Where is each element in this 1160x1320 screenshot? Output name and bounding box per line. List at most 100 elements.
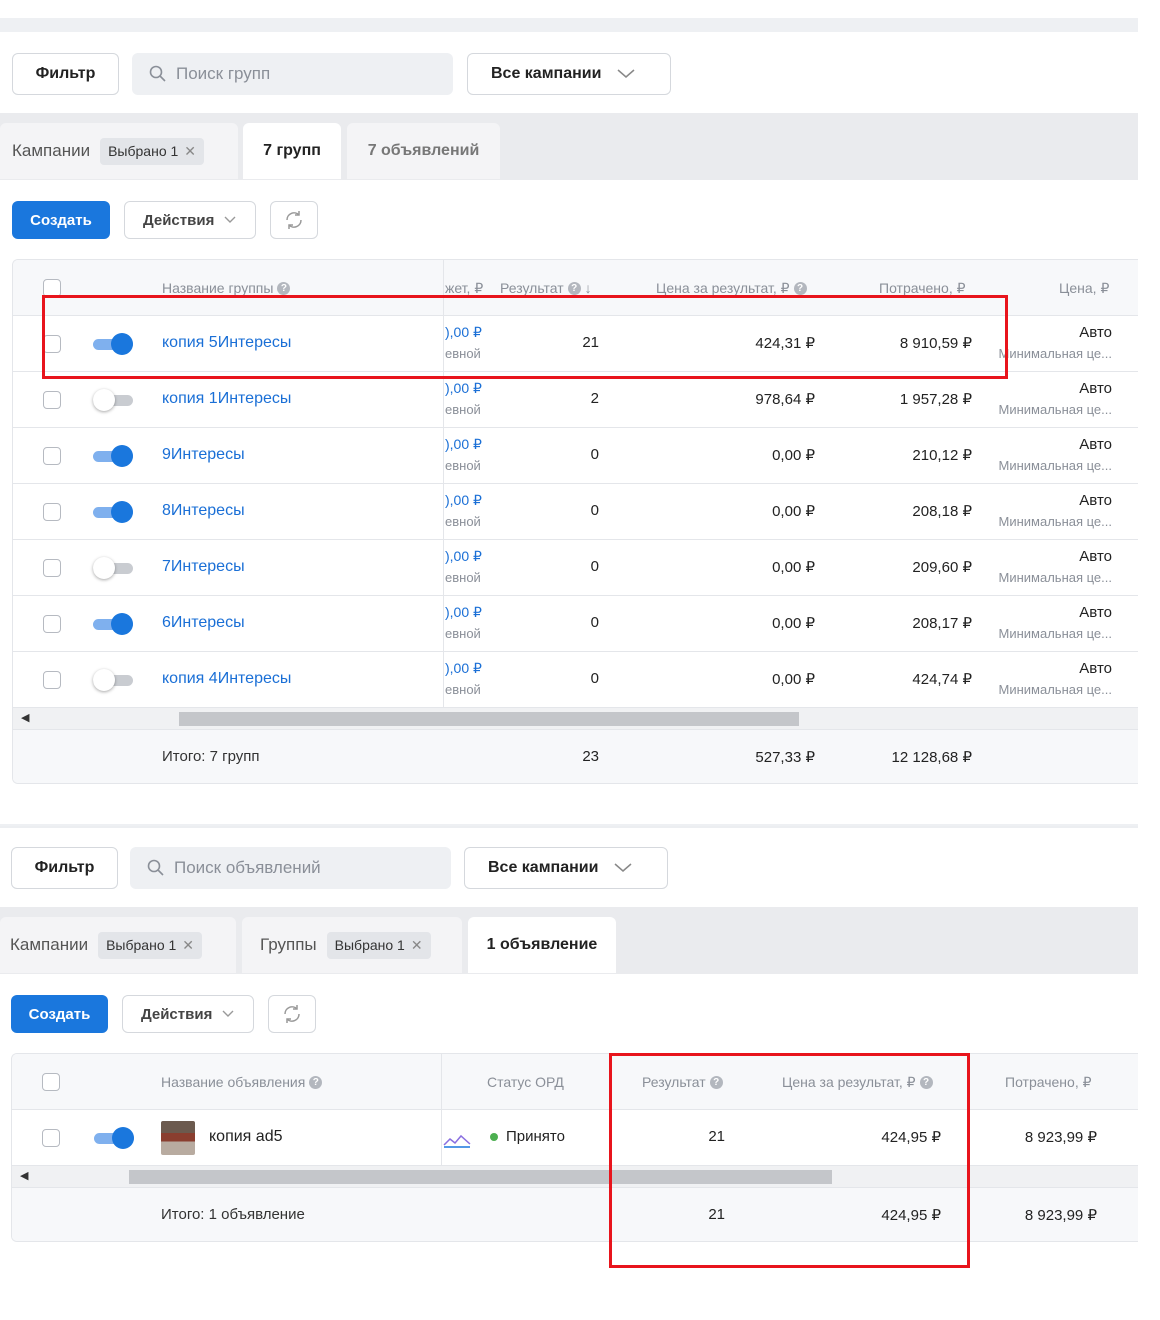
group-name-link[interactable]: 9Интересы (162, 446, 245, 464)
col-result-label: Результат (500, 280, 564, 296)
row-spent: 210,12 ₽ (912, 447, 972, 464)
status-toggle[interactable] (93, 669, 133, 691)
sort-down-icon[interactable]: ↓ (585, 280, 592, 296)
scroll-thumb[interactable] (179, 712, 799, 726)
create-label: Создать (28, 1005, 91, 1023)
help-icon[interactable]: ? (793, 281, 807, 295)
price-mode: Авто (1079, 436, 1112, 453)
close-icon[interactable]: ✕ (182, 937, 194, 954)
row-spent: 8 923,99 ₽ (1024, 1129, 1097, 1146)
stats-chart-icon[interactable] (443, 1132, 471, 1152)
ad-name[interactable]: копия ad5 (209, 1128, 282, 1146)
highlight-box (609, 1053, 970, 1268)
row-checkbox[interactable] (43, 615, 61, 633)
refresh-button[interactable] (270, 201, 318, 239)
selected-chip[interactable]: Выбрано 1 ✕ (100, 137, 205, 165)
panel2-divider-shadow (0, 826, 1138, 828)
status-toggle[interactable] (93, 557, 133, 579)
create-button[interactable]: Создать (11, 995, 108, 1033)
col-ord-status[interactable]: Статус ОРД (487, 1054, 564, 1110)
group-name-link[interactable]: 8Интересы (162, 502, 245, 520)
group-name-link[interactable]: копия 4Интересы (162, 670, 291, 688)
help-icon[interactable]: ? (567, 281, 581, 295)
row-cpr: 0,00 ₽ (772, 503, 815, 520)
row-cpr: 0,00 ₽ (772, 447, 815, 464)
actions-button[interactable]: Действия (122, 995, 254, 1033)
group-name-link[interactable]: 7Интересы (162, 558, 245, 576)
chip-label: Выбрано 1 (106, 937, 177, 953)
status-toggle[interactable] (93, 501, 133, 523)
col-price[interactable]: Цена, ₽ (1059, 260, 1109, 316)
col-name-label: Название объявления (161, 1074, 306, 1090)
scroll-left-icon[interactable]: ◀ (20, 1169, 28, 1182)
search-placeholder: Поиск групп (176, 64, 271, 83)
tab-ads[interactable]: 1 объявление (468, 917, 616, 973)
totals-row: Итого: 7 групп 23 527,33 ₽ 12 128,68 ₽ (13, 730, 1138, 783)
table-row[interactable]: 8Интересы),00 ₽ евной 0 0,00 ₽ 208,18 ₽ Авто М… (13, 484, 1138, 540)
tab-campaigns[interactable]: Кампании Выбрано 1 ✕ (0, 123, 238, 179)
tab-bar: Кампании Выбрано 1 ✕ 7 групп 7 объявлени… (0, 113, 1138, 180)
price-min: Минимальная це... (998, 402, 1112, 417)
row-checkbox[interactable] (43, 559, 61, 577)
selected-chip[interactable]: Выбрано 1 ✕ (326, 931, 431, 959)
group-name-link[interactable]: 6Интересы (162, 614, 245, 632)
col-name-label: Название группы (162, 280, 274, 296)
help-icon[interactable]: ? (277, 281, 291, 295)
row-spent: 1 957,28 ₽ (899, 391, 972, 408)
actions-button[interactable]: Действия (124, 201, 256, 239)
table-row[interactable]: 9Интересы),00 ₽ евной 0 0,00 ₽ 210,12 ₽ Авто М… (13, 428, 1138, 484)
actions-label: Действия (143, 211, 215, 229)
filter-button[interactable]: Фильтр (12, 53, 119, 95)
tab-groups[interactable]: Группы Выбрано 1 ✕ (242, 917, 462, 973)
col-price-label: Цена, ₽ (1059, 279, 1110, 296)
table-row[interactable]: копия 4Интересы),00 ₽ евной 0 0,00 ₽ 424,74 … (13, 652, 1138, 708)
search-icon (148, 64, 168, 84)
row-result: 0 (590, 614, 599, 631)
tab-ads[interactable]: 7 объявлений (347, 123, 500, 179)
search-groups-input[interactable]: Поиск групп (132, 53, 453, 95)
filter-button[interactable]: Фильтр (11, 847, 118, 889)
row-spent: 209,60 ₽ (912, 559, 972, 576)
help-icon[interactable]: ? (309, 1075, 323, 1089)
price-mode: Авто (1079, 604, 1112, 621)
budget-value: ),00 ₽ (445, 492, 482, 508)
col-name[interactable]: Название объявления? (161, 1054, 323, 1110)
tab-groups[interactable]: 7 групп (243, 123, 341, 179)
scroll-left-icon[interactable]: ◀ (21, 711, 29, 724)
table-row[interactable]: 6Интересы),00 ₽ евной 0 0,00 ₽ 208,17 ₽ Авто М… (13, 596, 1138, 652)
status-toggle[interactable] (93, 389, 133, 411)
status-toggle[interactable] (93, 613, 133, 635)
create-button[interactable]: Создать (12, 201, 110, 239)
row-result: 0 (590, 446, 599, 463)
row-cpr: 0,00 ₽ (772, 671, 815, 688)
table-row[interactable]: 7Интересы),00 ₽ евной 0 0,00 ₽ 209,60 ₽ Авто М… (13, 540, 1138, 596)
budget-period: евной (445, 626, 481, 641)
chevron-down-icon (224, 213, 236, 227)
select-all-checkbox[interactable] (42, 1073, 60, 1091)
row-checkbox[interactable] (43, 503, 61, 521)
budget-value: ),00 ₽ (445, 436, 482, 452)
campaigns-select[interactable]: Все кампании (467, 53, 671, 95)
budget-value: ),00 ₽ (445, 604, 482, 620)
row-checkbox[interactable] (43, 391, 61, 409)
row-checkbox[interactable] (42, 1129, 60, 1147)
campaigns-select[interactable]: Все кампании (464, 847, 668, 889)
search-ads-input[interactable]: Поиск объявлений (130, 847, 451, 889)
horizontal-scrollbar[interactable]: ◀ (13, 708, 1138, 730)
status-toggle[interactable] (93, 445, 133, 467)
refresh-button[interactable] (268, 995, 316, 1033)
col-spent[interactable]: Потрачено, ₽ (1005, 1054, 1092, 1110)
row-result: 2 (590, 390, 599, 407)
selected-chip[interactable]: Выбрано 1 ✕ (98, 931, 203, 959)
close-icon[interactable]: ✕ (411, 937, 423, 954)
tab-campaigns[interactable]: Кампании Выбрано 1 ✕ (0, 917, 236, 973)
status-toggle[interactable] (94, 1127, 134, 1149)
totals-spent: 12 128,68 ₽ (891, 749, 972, 766)
group-name-link[interactable]: копия 1Интересы (162, 390, 291, 408)
chip-label: Выбрано 1 (108, 143, 179, 159)
filter-label: Фильтр (34, 859, 95, 876)
close-icon[interactable]: ✕ (184, 143, 196, 160)
row-checkbox[interactable] (43, 671, 61, 689)
row-checkbox[interactable] (43, 447, 61, 465)
table-row[interactable]: копия 1Интересы),00 ₽ евной 2 978,64 ₽ 1 957… (13, 372, 1138, 428)
